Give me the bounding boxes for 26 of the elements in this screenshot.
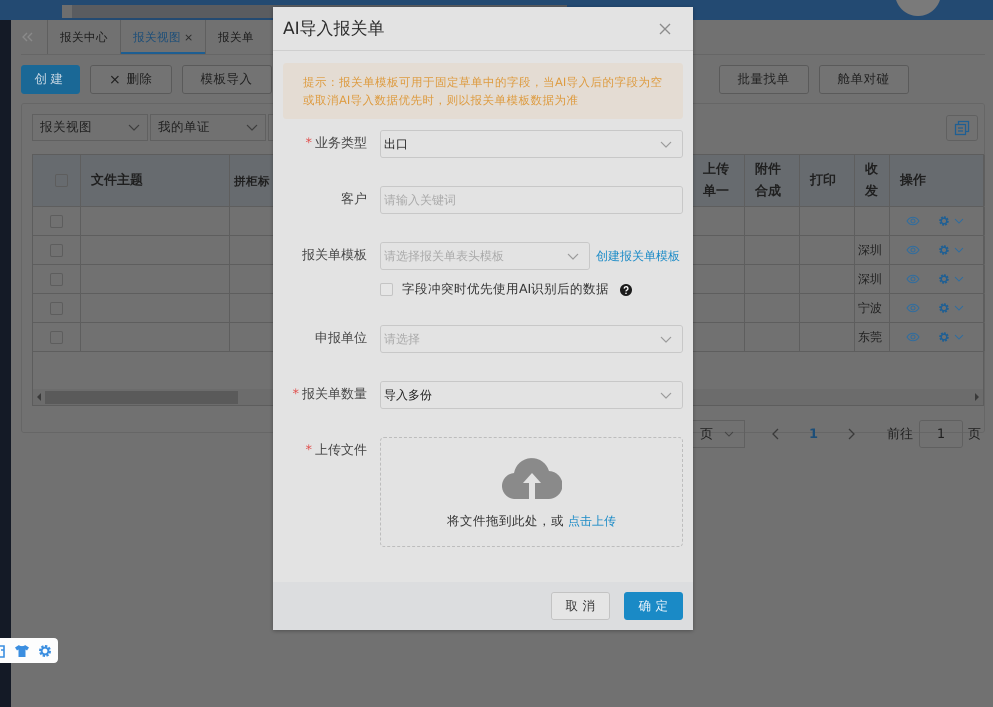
field-label: 申报单位 bbox=[315, 331, 367, 346]
column-header: 拼柜标 bbox=[234, 172, 270, 190]
checkbox-label: 字段冲突时优先使用AI识别后的数据 bbox=[402, 281, 610, 298]
column-header: 收发 bbox=[865, 160, 879, 200]
page-suffix: 页 bbox=[968, 426, 982, 443]
table-cell: 东莞 bbox=[858, 328, 882, 346]
column-header: 附件合成 bbox=[755, 160, 782, 200]
required-mark: * bbox=[292, 387, 299, 402]
column-header: 文件主题 bbox=[91, 172, 143, 190]
tip-alert: 提示：报关单模板可用于固定草单中的字段，当AI导入后的字段为空或取消AI导入数据优先时，则以报关单模板数据为准 bbox=[283, 63, 683, 119]
table-cell: 深圳 bbox=[858, 242, 882, 258]
required-mark: * bbox=[306, 136, 312, 151]
column-header: 上传单一 bbox=[703, 160, 730, 200]
upload-hint: 将文件拖到此处，或 bbox=[447, 512, 564, 528]
field-label: 报关单模板 bbox=[302, 248, 367, 263]
table-cell: 深圳 bbox=[858, 270, 882, 288]
dialog-title: AI导入报关单 bbox=[283, 18, 385, 40]
field-label: 报关单数量 bbox=[302, 387, 367, 402]
column-header: 打印 bbox=[810, 172, 836, 190]
field-label: 客户 bbox=[341, 192, 367, 207]
field-label: 上传文件 bbox=[315, 443, 367, 458]
column-header: 操作 bbox=[900, 172, 926, 190]
goto-label: 前往 bbox=[887, 426, 914, 443]
required-mark: * bbox=[306, 443, 312, 458]
table-cell: 宁波 bbox=[858, 300, 882, 316]
field-label: 业务类型 bbox=[315, 136, 367, 151]
